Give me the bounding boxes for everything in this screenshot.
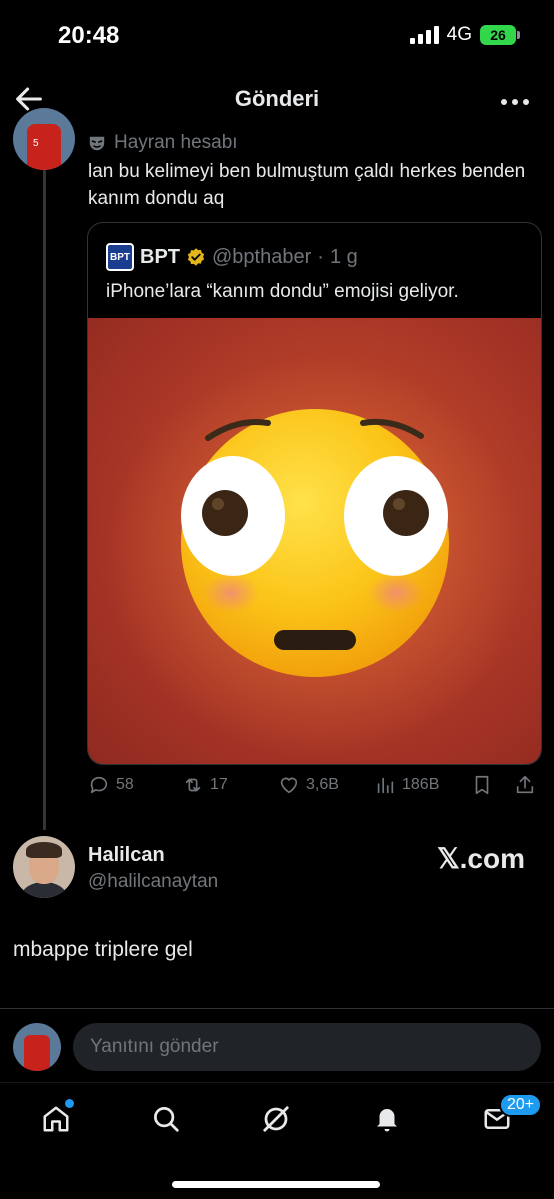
page-title: Gönderi — [234, 86, 320, 111]
network-type: 4G — [446, 24, 472, 45]
bookmark-icon — [475, 775, 489, 795]
retweet-count: 17 — [210, 776, 228, 793]
retweet-icon — [185, 778, 201, 792]
reply-composer — [0, 1008, 554, 1082]
avatar[interactable] — [13, 836, 75, 898]
status-indicators: 4G 26 — [409, 24, 520, 46]
views-button[interactable]: 186B — [374, 774, 439, 796]
reply-icon — [90, 776, 108, 794]
tab-messages[interactable]: 20+ — [477, 1093, 543, 1139]
avatar[interactable] — [13, 108, 75, 170]
fan-account-row: Hayran hesabı — [88, 132, 238, 154]
quoted-author-handle: @bpthaber — [212, 245, 312, 268]
retweet-button[interactable]: 17 — [182, 774, 228, 796]
quoted-tweet-image[interactable] — [88, 318, 541, 764]
fan-account-label: Hayran hesabı — [114, 132, 238, 153]
mask-icon — [89, 136, 105, 151]
share-icon — [516, 775, 534, 794]
author-name[interactable]: Halilcan — [88, 844, 165, 867]
quoted-tweet-age: 1 g — [329, 245, 358, 268]
search-icon — [154, 1107, 179, 1132]
signal-icon — [409, 26, 439, 44]
bell-icon — [377, 1109, 397, 1132]
tab-search[interactable] — [146, 1099, 186, 1139]
messages-badge: 20+ — [499, 1093, 543, 1117]
bookmark-button[interactable] — [471, 774, 493, 796]
quoted-tweet-header: BPT BPT @bpthaber · 1 g — [106, 243, 358, 271]
tweet-actions: 58 17 3,6B 186B — [88, 774, 542, 804]
share-button[interactable] — [514, 774, 536, 796]
quoted-author-name[interactable]: BPT — [140, 246, 180, 269]
more-icon — [501, 99, 529, 105]
reply-text: mbappe triplere gel — [13, 938, 193, 961]
view-count: 186B — [402, 776, 440, 793]
thread-connector-line — [43, 160, 46, 830]
flushed-face-emoji — [106, 358, 526, 758]
like-count: 3,6B — [306, 776, 339, 793]
more-options-button[interactable] — [500, 86, 530, 114]
reply-author-row: Halilcan @halilcanaytan 𝕏.com — [13, 836, 543, 902]
notification-dot — [65, 1099, 74, 1108]
tab-notifications[interactable] — [367, 1099, 407, 1139]
tab-grok[interactable] — [256, 1099, 296, 1139]
reply-input[interactable] — [73, 1023, 541, 1071]
battery-level: 26 — [490, 27, 506, 43]
reply-button[interactable]: 58 — [88, 774, 134, 796]
quoted-tweet-card[interactable]: BPT BPT @bpthaber · 1 g iPhone’lara “kan… — [87, 222, 542, 765]
x-com-watermark: 𝕏.com — [437, 843, 525, 874]
status-bar: 20:48 4G 26 — [0, 0, 554, 70]
bpt-logo: BPT — [106, 243, 134, 271]
home-icon — [43, 1106, 69, 1132]
top-navigation: Gönderi — [0, 70, 554, 128]
battery-icon: 26 — [480, 25, 520, 45]
tab-home[interactable] — [36, 1099, 76, 1139]
meta-separator: · — [317, 245, 324, 268]
like-button[interactable]: 3,6B — [278, 774, 339, 796]
quoted-tweet-text: iPhone’lara “kanım dondu” emojisi geliyo… — [106, 281, 459, 302]
avatar[interactable] — [13, 1023, 61, 1071]
tweet-text: lan bu kelimeyi ben bulmuştum çaldı herk… — [88, 161, 526, 209]
author-handle: @halilcanaytan — [88, 871, 219, 892]
reply-count: 58 — [116, 776, 134, 793]
home-indicator — [172, 1181, 380, 1188]
verified-badge-icon — [187, 248, 205, 266]
analytics-icon — [377, 777, 394, 794]
heart-icon — [280, 777, 298, 794]
status-time: 20:48 — [58, 22, 120, 49]
grok-icon — [263, 1106, 289, 1132]
